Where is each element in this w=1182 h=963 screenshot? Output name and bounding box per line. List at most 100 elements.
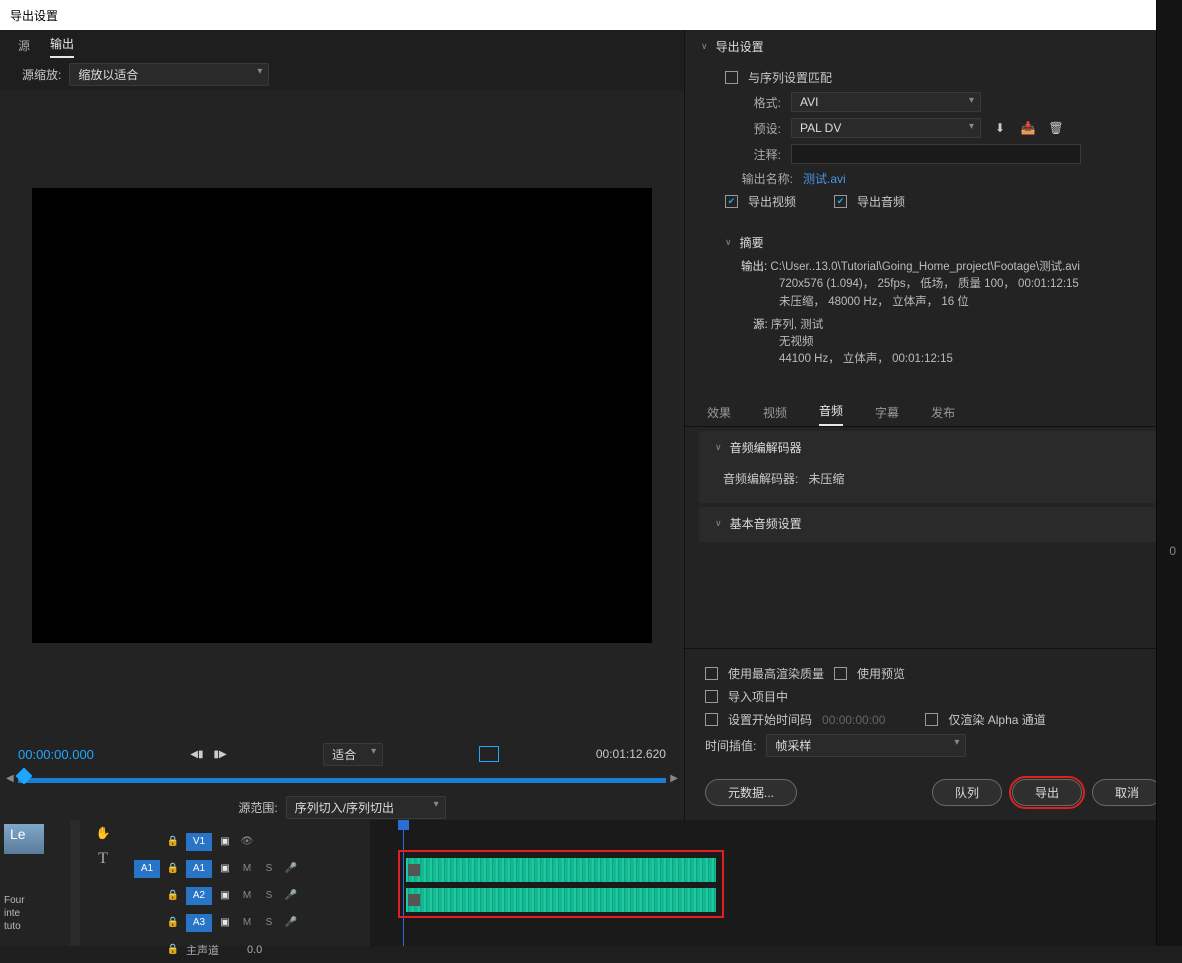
toggle-output-icon[interactable]: ▣ <box>216 863 234 874</box>
comment-label: 注释: <box>725 146 781 163</box>
basic-audio-header[interactable]: ∨ 基本音频设置 <box>699 507 1168 536</box>
export-button[interactable]: 导出 <box>1012 779 1082 806</box>
export-video-checkbox[interactable] <box>725 195 738 208</box>
track-headers: 🔒 V1 ▣ 👁 A1 🔒 A1 ▣ M S 🎤 🔒 A2 ▣ M S 🎤 🔒 … <box>126 820 370 946</box>
chevron-down-icon: ∨ <box>725 237 732 248</box>
voice-icon[interactable]: 🎤 <box>282 917 300 928</box>
source-scale-label: 源缩放: <box>22 66 61 83</box>
delete-preset-icon[interactable]: 🗑 <box>1047 119 1065 137</box>
lock-icon[interactable]: 🔒 <box>164 917 182 928</box>
preset-label: 预设: <box>725 120 781 137</box>
track-a1[interactable]: A1 <box>186 860 212 878</box>
tab-audio[interactable]: 音频 <box>819 402 843 426</box>
tab-source[interactable]: 源 <box>18 37 30 58</box>
toggle-output-icon[interactable]: ▣ <box>216 917 234 928</box>
output-name-link[interactable]: 测试.avi <box>803 170 846 187</box>
import-preset-icon[interactable]: 📥 <box>1019 119 1037 137</box>
source-scale-dropdown[interactable]: 缩放以适合 <box>69 63 269 86</box>
comment-input[interactable] <box>791 144 1081 164</box>
import-project-checkbox[interactable] <box>705 690 718 703</box>
cancel-button[interactable]: 取消 <box>1092 779 1162 806</box>
titlebar: 导出设置 ✕ <box>0 0 1182 30</box>
mute-icon[interactable]: M <box>238 890 256 901</box>
source-a1[interactable]: A1 <box>134 860 160 878</box>
summary-source-seq: 序列, 测试 <box>771 319 823 331</box>
aspect-icon[interactable] <box>479 746 499 762</box>
type-tool-icon[interactable]: T <box>98 850 108 868</box>
audio-meter-zero: 0 <box>1169 544 1176 558</box>
metadata-button[interactable]: 元数据... <box>705 779 797 806</box>
panel-divider[interactable] <box>70 820 80 946</box>
clip-desc-3: tuto <box>4 920 66 933</box>
voice-icon[interactable]: 🎤 <box>282 863 300 874</box>
tab-effects[interactable]: 效果 <box>707 404 731 426</box>
source-range-label: 源范围: <box>238 799 277 816</box>
export-audio-label: 导出音频 <box>857 193 905 210</box>
use-preview-label: 使用预览 <box>857 665 905 682</box>
toggle-output-icon[interactable]: ▣ <box>216 890 234 901</box>
source-range-dropdown[interactable]: 序列切入/序列切出 <box>286 796 446 819</box>
import-project-label: 导入项目中 <box>728 688 788 705</box>
set-start-tc-label: 设置开始时间码 <box>728 711 812 728</box>
summary-header[interactable]: ∨ 摘要 <box>685 226 1182 255</box>
eye-icon[interactable]: 👁 <box>238 836 256 847</box>
summary-source-label: 源: <box>741 319 768 331</box>
format-dropdown[interactable]: AVI <box>791 92 981 112</box>
summary-output-label: 输出: <box>741 261 767 273</box>
preset-dropdown[interactable]: PAL DV <box>791 118 981 138</box>
match-sequence-checkbox[interactable] <box>725 71 738 84</box>
prev-frame-icon[interactable]: ◀▮ <box>190 749 203 760</box>
scrub-left-icon[interactable]: ◀ <box>6 773 14 784</box>
export-settings-header[interactable]: ∨ 导出设置 <box>685 30 1182 59</box>
queue-button[interactable]: 队列 <box>932 779 1002 806</box>
hand-tool-icon[interactable]: ✋ <box>96 826 111 840</box>
tab-video[interactable]: 视频 <box>763 404 787 426</box>
mute-icon[interactable]: M <box>238 917 256 928</box>
time-interp-dropdown[interactable]: 帧采样 <box>766 734 966 757</box>
start-timecode[interactable]: 00:00:00.000 <box>18 747 94 762</box>
save-preset-icon[interactable]: ⬇ <box>991 119 1009 137</box>
mute-icon[interactable]: M <box>238 863 256 874</box>
tab-output[interactable]: 输出 <box>50 35 74 58</box>
export-video-label: 导出视频 <box>748 193 796 210</box>
fit-dropdown[interactable]: 适合 <box>323 743 383 766</box>
master-track-label[interactable]: 主声道 <box>186 942 219 958</box>
track-a3[interactable]: A3 <box>186 914 212 932</box>
alpha-only-checkbox[interactable] <box>925 713 938 726</box>
solo-icon[interactable]: S <box>260 917 278 928</box>
tab-subtitle[interactable]: 字幕 <box>875 404 899 426</box>
timeline-clips-area[interactable] <box>370 820 1182 946</box>
track-v1[interactable]: V1 <box>186 833 212 851</box>
next-frame-icon[interactable]: ▮▶ <box>214 749 227 760</box>
audio-codec-header[interactable]: ∨ 音频编解码器 <box>699 431 1168 460</box>
solo-icon[interactable]: S <box>260 863 278 874</box>
left-panel: 源 输出 源缩放: 缩放以适合 00:00:00.000 ◀▮ ▮▶ 适合 00… <box>0 30 684 820</box>
lock-icon[interactable]: 🔒 <box>164 863 182 874</box>
scrub-bar[interactable]: ◀ ▶ <box>18 770 666 788</box>
track-a2[interactable]: A2 <box>186 887 212 905</box>
voice-icon[interactable]: 🎤 <box>282 890 300 901</box>
video-preview <box>32 188 652 643</box>
use-preview-checkbox[interactable] <box>834 667 847 680</box>
audio-codec-value: 未压缩 <box>808 470 844 487</box>
alpha-only-label: 仅渲染 Alpha 通道 <box>948 711 1045 728</box>
audio-clip-a2[interactable] <box>406 888 716 912</box>
scrub-right-icon[interactable]: ▶ <box>670 773 678 784</box>
export-audio-checkbox[interactable] <box>834 195 847 208</box>
master-value[interactable]: 0.0 <box>247 944 262 956</box>
max-quality-checkbox[interactable] <box>705 667 718 680</box>
audio-clip-a1[interactable] <box>406 858 716 882</box>
toggle-output-icon[interactable]: ▣ <box>216 836 234 847</box>
set-start-tc-checkbox[interactable] <box>705 713 718 726</box>
right-edge-panel: 0 <box>1156 0 1182 946</box>
lock-icon[interactable]: 🔒 <box>164 890 182 901</box>
solo-icon[interactable]: S <box>260 890 278 901</box>
lock-icon[interactable]: 🔒 <box>164 836 182 847</box>
audio-codec-label: 音频编解码器: <box>723 470 798 487</box>
chevron-down-icon: ∨ <box>715 518 722 529</box>
summary-source-video: 无视频 <box>741 334 1162 351</box>
timeline: Le Four inte tuto ✋ T 🔒 V1 ▣ 👁 A1 🔒 A1 ▣… <box>0 820 1182 946</box>
tab-publish[interactable]: 发布 <box>931 404 955 426</box>
window-title: 导出设置 <box>10 7 58 24</box>
chevron-down-icon: ∨ <box>701 41 708 52</box>
